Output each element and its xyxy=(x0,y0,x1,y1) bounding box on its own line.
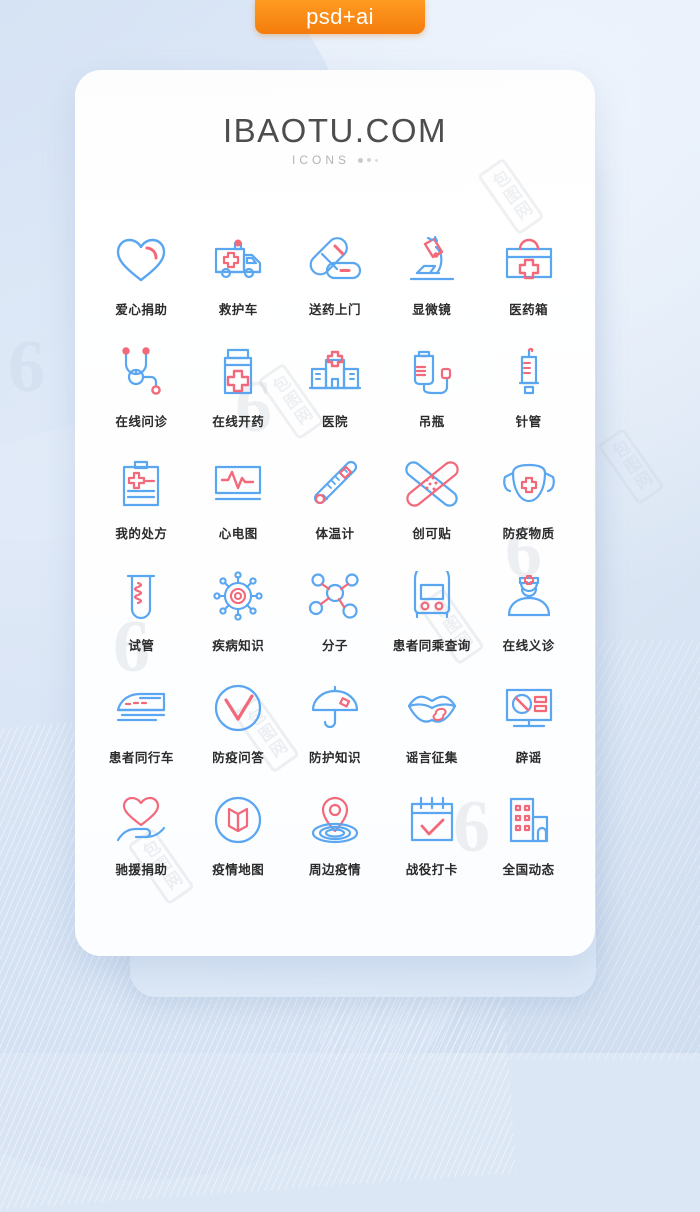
medicine-delivery-icon[interactable] xyxy=(303,230,367,290)
icon-label: 爱心捐助 xyxy=(115,303,168,317)
icon-cell[interactable]: 体温计 xyxy=(287,454,384,542)
icon-label: 战役打卡 xyxy=(405,863,458,877)
medical-kit-icon[interactable] xyxy=(497,230,561,290)
lips-icon[interactable] xyxy=(400,678,464,738)
page-title: IBAOTU.COM xyxy=(222,112,447,149)
test-tube-icon[interactable] xyxy=(109,566,173,626)
icon-label: 防护知识 xyxy=(308,751,361,765)
icon-cell[interactable]: 医院 xyxy=(287,342,384,430)
icon-cell[interactable]: 医药箱 xyxy=(480,230,577,318)
icon-cell[interactable]: 送药上门 xyxy=(287,230,384,318)
icon-cell[interactable]: 救护车 xyxy=(190,230,287,318)
icon-cell[interactable]: 全国动态 xyxy=(480,790,577,878)
molecule-icon[interactable] xyxy=(303,566,367,626)
icon-cell[interactable]: 患者同行车 xyxy=(93,678,190,766)
icon-label: 吊瓶 xyxy=(418,415,445,429)
bandage-icon[interactable] xyxy=(400,454,464,514)
icon-label: 救护车 xyxy=(218,303,258,317)
page-subtitle: ICONS xyxy=(291,153,350,167)
icon-label: 医院 xyxy=(321,415,348,429)
check-circle-icon[interactable] xyxy=(206,678,270,738)
icon-label: 在线问诊 xyxy=(115,415,168,429)
icon-label: 在线开药 xyxy=(212,415,265,429)
icon-label: 全国动态 xyxy=(502,863,555,877)
icon-label: 辟谣 xyxy=(515,751,542,765)
icon-cell[interactable]: 驰援捐助 xyxy=(93,790,190,878)
icon-cell[interactable]: 针管 xyxy=(480,342,577,430)
icon-cell[interactable]: 显微镜 xyxy=(383,230,480,318)
icon-label: 针管 xyxy=(515,415,542,429)
icon-label: 周边疫情 xyxy=(308,863,361,877)
calendar-check-icon[interactable] xyxy=(400,790,464,850)
icon-label: 医药箱 xyxy=(509,303,549,317)
icon-cell[interactable]: 患者同乘查询 xyxy=(383,566,480,654)
icon-cell[interactable]: 战役打卡 xyxy=(383,790,480,878)
medicine-bottle-icon[interactable] xyxy=(206,342,270,402)
icon-cell[interactable]: 心电图 xyxy=(190,454,287,542)
subtitle-row: ICONS xyxy=(75,153,595,167)
ecg-monitor-icon[interactable] xyxy=(206,454,270,514)
icon-label: 疾病知识 xyxy=(212,639,265,653)
icon-cell[interactable]: 谣言征集 xyxy=(383,678,480,766)
icon-cell[interactable]: 分子 xyxy=(287,566,384,654)
icon-label: 我的处方 xyxy=(115,527,168,541)
icon-label: 防疫物质 xyxy=(502,527,555,541)
icon-cell[interactable]: 我的处方 xyxy=(93,454,190,542)
icon-label: 在线义诊 xyxy=(502,639,555,653)
watermark-stamp: 包图网 xyxy=(476,157,545,236)
map-circle-icon[interactable] xyxy=(206,790,270,850)
prescription-clipboard-icon[interactable] xyxy=(109,454,173,514)
icon-cell[interactable]: 疫情地图 xyxy=(190,790,287,878)
doctor-icon[interactable] xyxy=(497,566,561,626)
microscope-icon[interactable] xyxy=(400,230,464,290)
icon-label: 分子 xyxy=(321,639,348,653)
icon-cell[interactable]: 在线开药 xyxy=(190,342,287,430)
format-badge: psd+ai xyxy=(255,0,425,34)
buildings-icon[interactable] xyxy=(497,790,561,850)
icon-label: 送药上门 xyxy=(308,303,361,317)
monitor-ban-icon[interactable] xyxy=(497,678,561,738)
face-mask-icon[interactable] xyxy=(497,454,561,514)
icon-label: 试管 xyxy=(128,639,155,653)
icon-label: 驰援捐助 xyxy=(115,863,168,877)
icon-grid: 爱心捐助 救护车 送药上门 显微镜 医药箱 在线问诊 在线开药 医院 吊瓶 针管… xyxy=(93,230,577,878)
ambulance-icon[interactable] xyxy=(206,230,270,290)
icon-cell[interactable]: 在线问诊 xyxy=(93,342,190,430)
icon-label: 疫情地图 xyxy=(212,863,265,877)
icon-label: 心电图 xyxy=(218,527,258,541)
icon-label: 防疫问答 xyxy=(212,751,265,765)
subtitle-dots-icon xyxy=(358,157,378,163)
icon-cell[interactable]: 防疫物质 xyxy=(480,454,577,542)
format-badge-label: psd+ai xyxy=(306,4,374,29)
icon-cell[interactable]: 试管 xyxy=(93,566,190,654)
icon-label: 创可贴 xyxy=(412,527,452,541)
virus-icon[interactable] xyxy=(206,566,270,626)
icon-set-card: IBAOTU.COM ICONS 6 包图网 6 包图网 包图网 6 包图网 包… xyxy=(75,70,595,956)
location-pin-icon[interactable] xyxy=(303,790,367,850)
thermometer-icon[interactable] xyxy=(303,454,367,514)
icon-label: 体温计 xyxy=(315,527,355,541)
stethoscope-icon[interactable] xyxy=(109,342,173,402)
train-icon[interactable] xyxy=(109,678,173,738)
icon-cell[interactable]: 疾病知识 xyxy=(190,566,287,654)
icon-cell[interactable]: 周边疫情 xyxy=(287,790,384,878)
icon-cell[interactable]: 爱心捐助 xyxy=(93,230,190,318)
bus-icon[interactable] xyxy=(400,566,464,626)
icon-label: 患者同乘查询 xyxy=(392,639,471,653)
icon-cell[interactable]: 辟谣 xyxy=(480,678,577,766)
umbrella-icon[interactable] xyxy=(303,678,367,738)
icon-cell[interactable]: 创可贴 xyxy=(383,454,480,542)
iv-drip-icon[interactable] xyxy=(400,342,464,402)
icon-label: 谣言征集 xyxy=(405,751,458,765)
icon-label: 患者同行车 xyxy=(108,751,174,765)
icon-label: 显微镜 xyxy=(412,303,452,317)
icon-cell[interactable]: 防疫问答 xyxy=(190,678,287,766)
icon-cell[interactable]: 在线义诊 xyxy=(480,566,577,654)
syringe-icon[interactable] xyxy=(497,342,561,402)
heart-donation-icon[interactable] xyxy=(109,230,173,290)
hand-heart-icon[interactable] xyxy=(109,790,173,850)
icon-cell[interactable]: 防护知识 xyxy=(287,678,384,766)
icon-cell[interactable]: 吊瓶 xyxy=(383,342,480,430)
hospital-icon[interactable] xyxy=(303,342,367,402)
